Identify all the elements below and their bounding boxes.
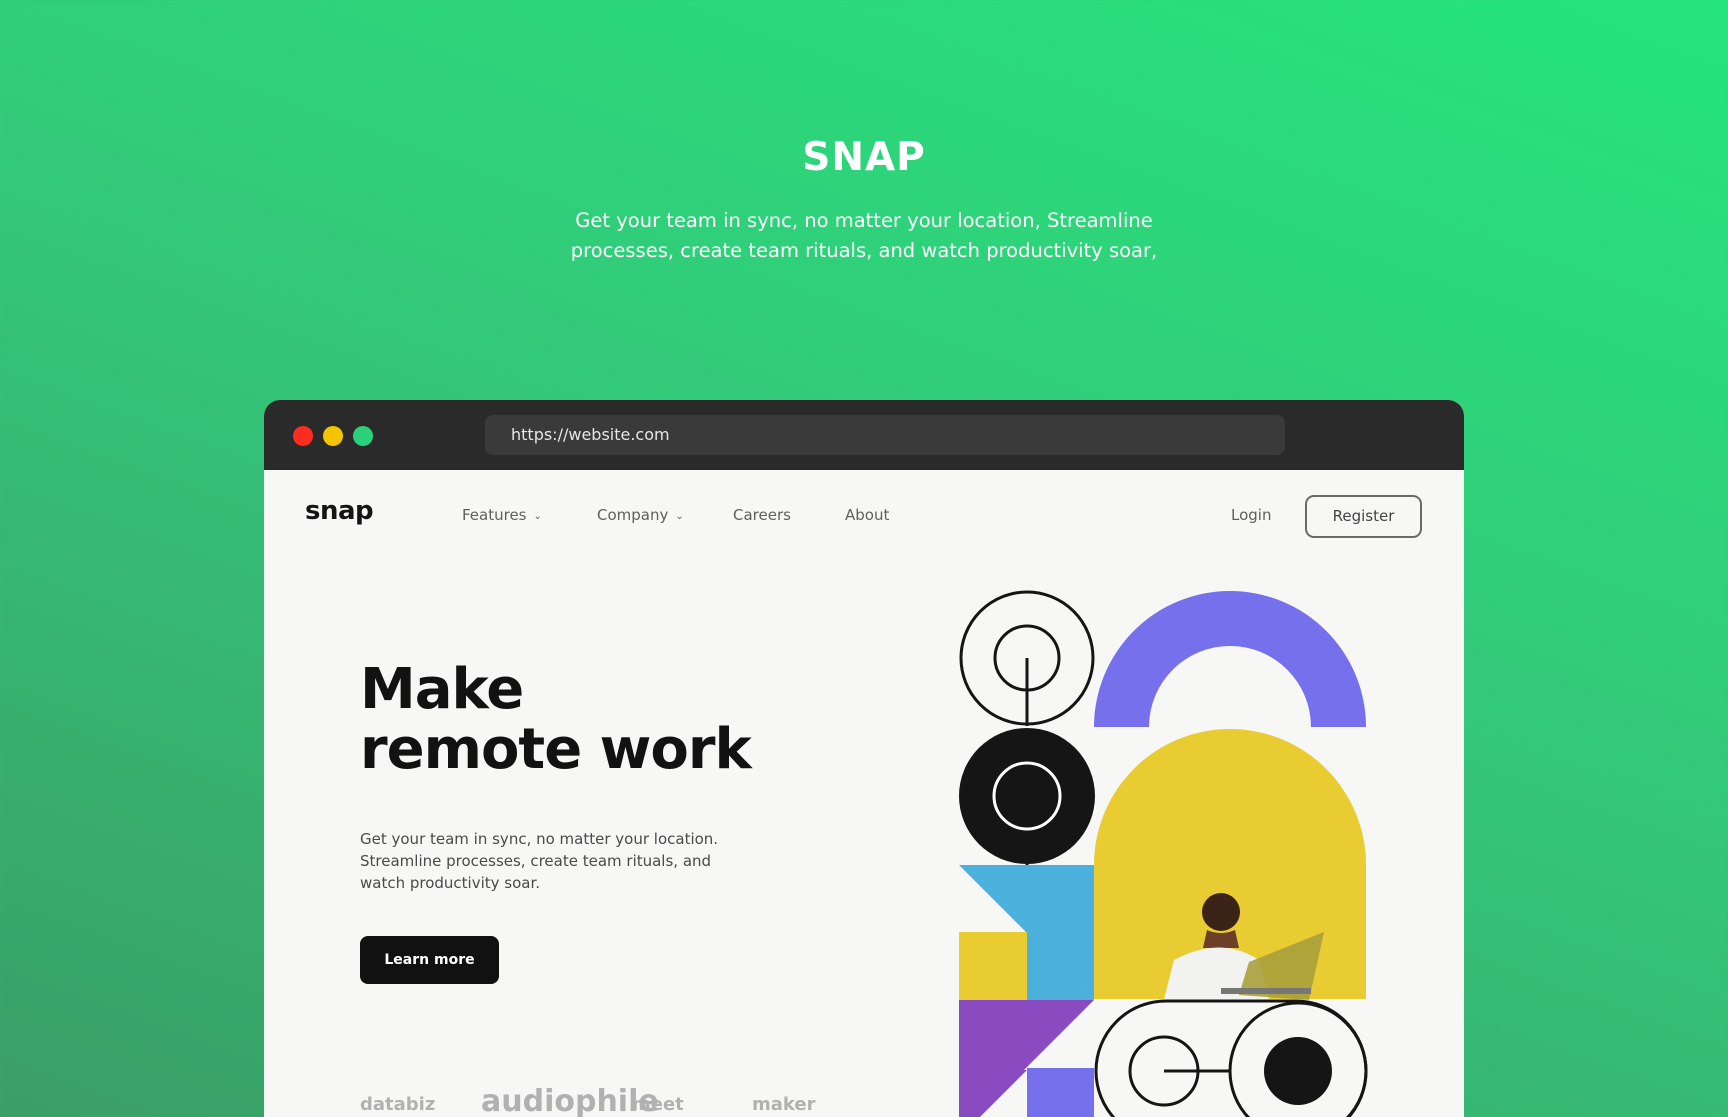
browser-titlebar: https://website.com [264,400,1464,470]
chevron-down-icon: ⌄ [533,511,542,522]
address-bar[interactable]: https://website.com [485,415,1285,455]
nav-features-label: Features [462,506,527,524]
client-logos: databiz audiophile meet maker [360,1084,860,1117]
browser-window: https://website.com snap Features ⌄ Compa… [264,400,1464,1117]
nav-company-label: Company [597,506,669,524]
hero-title: SNAP [802,135,926,180]
hero-illustration [959,590,1368,1117]
purple-arch-shape [1094,591,1366,727]
purple-square-shape [1027,1068,1094,1117]
nav-features[interactable]: Features ⌄ [462,506,542,524]
ring-target-shape [959,590,1095,726]
chevron-down-icon: ⌄ [675,511,684,522]
headline-line-2: remote work [360,717,752,782]
blue-triangles-shape [959,865,1094,1000]
close-window-button[interactable] [293,426,313,446]
minimize-window-button[interactable] [323,426,343,446]
headline: Make remote work [360,657,752,782]
nav-careers[interactable]: Careers [733,506,791,524]
client-logo-meet: meet [632,1094,684,1115]
person-with-laptop-image [1094,729,1366,1000]
hero-description: Get your team in sync, no matter your lo… [360,830,719,892]
nav-about[interactable]: About [845,506,889,524]
login-link[interactable]: Login [1231,506,1271,524]
headline-line-1: Make [360,657,524,722]
maximize-window-button[interactable] [353,426,373,446]
site-logo[interactable]: snap [305,496,374,526]
pill-rings-shape [1094,999,1368,1117]
violet-corner-shape [959,1070,1027,1117]
hero-subtitle: Get your team in sync, no matter your lo… [570,209,1158,262]
register-button[interactable]: Register [1305,495,1422,538]
client-logo-databiz: databiz [360,1094,436,1115]
learn-more-button[interactable]: Learn more [360,936,499,984]
client-logo-maker: maker [752,1094,816,1115]
website-content: snap Features ⌄ Company ⌄ Careers About Lo… [264,470,1464,1117]
nav-company[interactable]: Company ⌄ [597,506,684,524]
